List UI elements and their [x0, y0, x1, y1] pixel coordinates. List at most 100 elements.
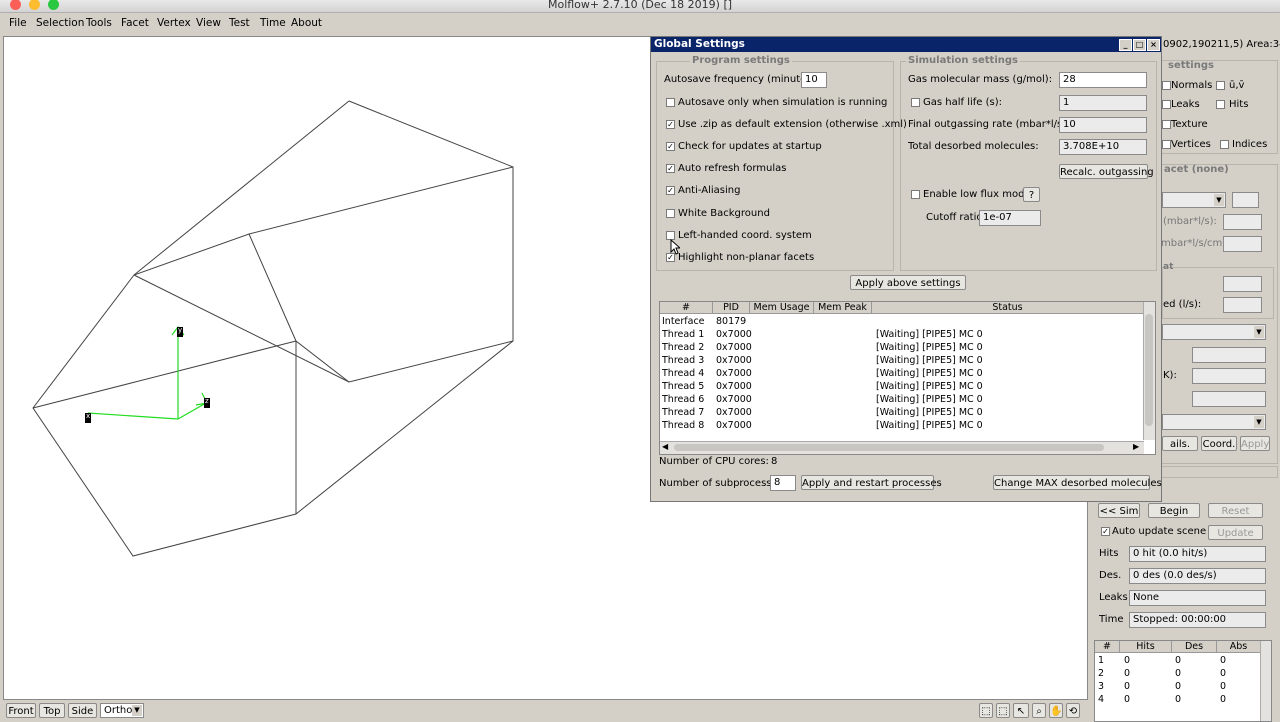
half-life-input[interactable]: 1 [1059, 95, 1147, 111]
rotate-icon[interactable]: ⟲ [1066, 703, 1080, 718]
coord-button[interactable]: Coord. [1201, 436, 1237, 451]
table-row[interactable]: Thread 6 0x7000 [Waiting] [PIPE5] MC 0 [660, 394, 1140, 407]
apply-facet-button[interactable]: Apply [1240, 436, 1270, 451]
sim-back-button[interactable]: << Sim [1098, 503, 1140, 518]
col-num[interactable]: # [660, 302, 713, 314]
facet-table-scrollbar[interactable] [1260, 641, 1271, 721]
zoom-fit-icon[interactable]: ⬚ [979, 703, 993, 718]
reset-button[interactable]: Reset [1208, 503, 1263, 518]
auto-refresh-checkbox[interactable]: ✓ [666, 164, 675, 173]
table-row[interactable]: Thread 4 0x7000 [Waiting] [PIPE5] MC 0 [660, 368, 1140, 381]
process-table[interactable]: # PID Mem Usage Mem Peak Status Interfac… [659, 301, 1156, 455]
top-view-button[interactable]: Top [39, 703, 65, 718]
table-row[interactable]: Thread 8 0x7000 [Waiting] [PIPE5] MC 0 [660, 420, 1140, 433]
horizontal-scroll-thumb[interactable] [674, 444, 1104, 451]
pan-hand-icon[interactable]: ✋ [1049, 703, 1063, 718]
opacity-field[interactable] [1192, 347, 1266, 363]
table-row[interactable]: 1000 [1095, 655, 1271, 668]
autosave-input[interactable]: 10 [801, 72, 827, 88]
begin-button[interactable]: Begin [1148, 503, 1200, 518]
zoom-tool-icon[interactable]: ⌕ [1032, 703, 1046, 718]
menu-view[interactable]: View [196, 17, 221, 29]
zoom-window-icon[interactable]: ⬚ [996, 703, 1010, 718]
profile-select[interactable]: ▼ [1162, 324, 1266, 340]
table-row[interactable]: Thread 3 0x7000 [Waiting] [PIPE5] MC 0 [660, 355, 1140, 368]
subprocesses-input[interactable]: 8 [770, 475, 796, 491]
apply-settings-button[interactable]: Apply above settings [850, 275, 966, 290]
scroll-left-icon[interactable]: ◀ [662, 442, 668, 451]
facet-col-num[interactable]: # [1095, 641, 1120, 653]
indices-checkbox[interactable] [1220, 140, 1229, 149]
side-view-button[interactable]: Side [68, 703, 97, 718]
desorbed-input[interactable]: 3.708E+10 [1059, 139, 1147, 155]
cutoff-input[interactable]: 1e-07 [979, 210, 1041, 226]
check-updates-checkbox[interactable]: ✓ [666, 142, 675, 151]
change-max-desorbed-button[interactable]: Change MAX desorbed molecules [993, 475, 1162, 490]
select-arrow-icon[interactable]: ↖ [1013, 703, 1029, 718]
col-mem-usage[interactable]: Mem Usage [750, 302, 814, 314]
low-flux-checkbox[interactable] [911, 190, 920, 199]
apply-restart-button[interactable]: Apply and restart processes [801, 475, 942, 490]
table-horizontal-scrollbar[interactable]: ◀ ▶ [660, 441, 1144, 454]
temperature-field[interactable] [1192, 368, 1266, 384]
table-row[interactable]: Thread 2 0x7000 [Waiting] [PIPE5] MC 0 [660, 342, 1140, 355]
table-vertical-scrollbar[interactable] [1143, 302, 1155, 440]
projection-select[interactable]: Ortho. ▼ [100, 703, 144, 718]
menu-time[interactable]: Time [260, 17, 286, 29]
facet-col-abs[interactable]: Abs [1217, 641, 1261, 653]
menu-vertex[interactable]: Vertex [157, 17, 191, 29]
table-row[interactable]: Thread 1 0x7000 [Waiting] [PIPE5] MC 0 [660, 329, 1140, 342]
menu-file[interactable]: File [9, 17, 27, 29]
table-row[interactable]: Interface 80179 [660, 316, 1140, 329]
col-status[interactable]: Status [872, 302, 1144, 314]
table-row[interactable]: Thread 5 0x7000 [Waiting] [PIPE5] MC 0 [660, 381, 1140, 394]
vertical-scroll-thumb[interactable] [1145, 314, 1153, 426]
menu-about[interactable]: About [291, 17, 322, 29]
uv-checkbox[interactable] [1216, 81, 1225, 90]
anti-aliasing-checkbox[interactable]: ✓ [666, 186, 675, 195]
maximize-icon[interactable]: □ [1133, 39, 1146, 51]
gas-mass-input[interactable]: 28 [1059, 72, 1147, 88]
white-background-checkbox[interactable] [666, 209, 675, 218]
desorption-select[interactable]: ▼ [1162, 192, 1226, 208]
outgassing-rate-input[interactable]: 10 [1059, 117, 1147, 133]
area-field[interactable] [1192, 391, 1266, 407]
leaks-checkbox[interactable] [1162, 100, 1171, 109]
outgassing-field[interactable] [1223, 214, 1262, 230]
facet-col-hits[interactable]: Hits [1120, 641, 1172, 653]
table-row[interactable]: Thread 7 0x7000 [Waiting] [PIPE5] MC 0 [660, 407, 1140, 420]
menu-test[interactable]: Test [229, 17, 250, 29]
sticking-field[interactable] [1223, 276, 1262, 292]
close-icon[interactable]: × [1147, 39, 1160, 51]
minimize-icon[interactable]: _ [1119, 39, 1132, 51]
desorption-exponent-field[interactable] [1232, 192, 1259, 208]
table-row[interactable]: 4000 [1095, 694, 1271, 707]
facet-col-des[interactable]: Des [1172, 641, 1217, 653]
table-row[interactable]: 3000 [1095, 681, 1271, 694]
col-mem-peak[interactable]: Mem Peak [814, 302, 872, 314]
menu-selection[interactable]: Selection [36, 17, 84, 29]
scroll-right-icon[interactable]: ▶ [1133, 442, 1139, 451]
pumping-speed-field[interactable] [1223, 297, 1262, 313]
zip-extension-checkbox[interactable]: ✓ [666, 120, 675, 129]
normals-checkbox[interactable] [1162, 81, 1171, 90]
outgassing-area-field[interactable] [1223, 236, 1262, 252]
front-view-button[interactable]: Front [6, 703, 36, 718]
facet-hits-table[interactable]: # Hits Des Abs 1000 2000 3000 4000 [1094, 640, 1272, 722]
hits-checkbox[interactable] [1216, 100, 1225, 109]
menu-facet[interactable]: Facet [121, 17, 149, 29]
menu-tools[interactable]: Tools [86, 17, 112, 29]
reflection-select[interactable]: ▼ [1162, 414, 1266, 430]
recalc-outgassing-button[interactable]: Recalc. outgassing [1059, 164, 1154, 179]
col-pid[interactable]: PID [713, 302, 750, 314]
table-row[interactable]: 2000 [1095, 668, 1271, 681]
update-button[interactable]: Update [1208, 525, 1263, 540]
autosave-running-checkbox[interactable] [666, 98, 675, 107]
auto-update-checkbox[interactable]: ✓ [1101, 527, 1110, 536]
vertices-checkbox[interactable] [1162, 140, 1171, 149]
half-life-checkbox[interactable] [911, 98, 920, 107]
dialog-titlebar[interactable]: Global Settings _ □ × [651, 37, 1161, 52]
details-button[interactable]: ails. [1162, 436, 1198, 451]
low-flux-help-button[interactable]: ? [1023, 187, 1040, 202]
texture-checkbox[interactable] [1162, 120, 1171, 129]
